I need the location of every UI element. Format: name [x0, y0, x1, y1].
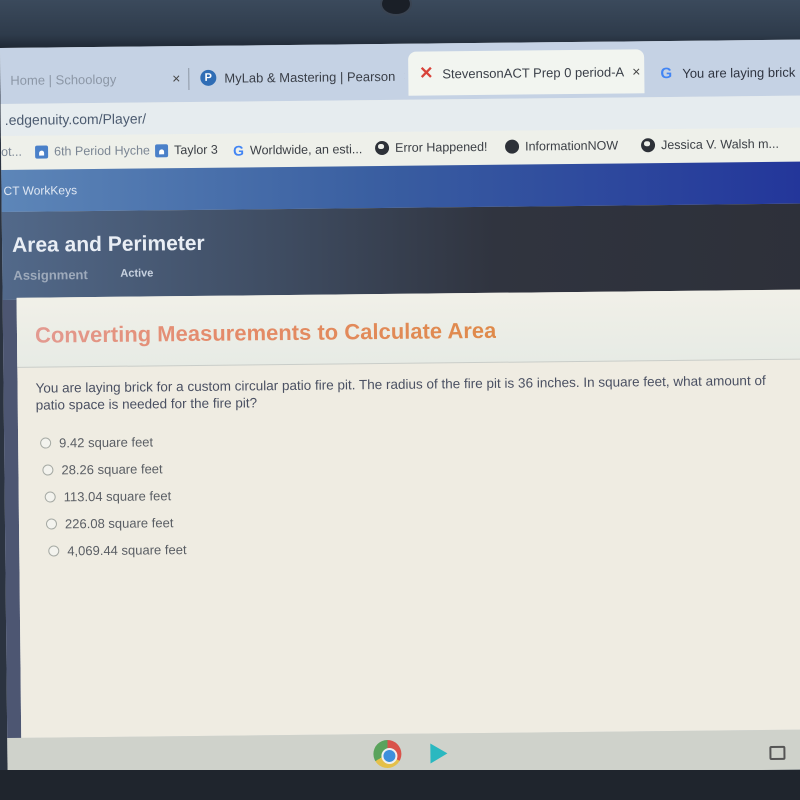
- tab-strip: Home | Schoology × P MyLab & Mastering |…: [0, 39, 800, 104]
- question-text: You are laying brick for a custom circul…: [35, 373, 766, 413]
- bookmark-item[interactable]: ot...: [1, 145, 22, 159]
- screen: Home | Schoology × P MyLab & Mastering |…: [0, 39, 800, 778]
- bookmark-label: Error Happened!: [394, 139, 488, 155]
- answer-option-e[interactable]: 4,069.44 square feet: [48, 536, 187, 564]
- tab-pearson[interactable]: P MyLab & Mastering | Pearson ×: [190, 58, 405, 96]
- activity-panel: Converting Measurements to Calculate Are…: [16, 289, 800, 738]
- close-icon[interactable]: ×: [403, 68, 404, 84]
- classroom-icon: [35, 145, 49, 159]
- bookmark-worldwide[interactable]: G Worldwide, an esti...: [233, 141, 362, 158]
- answer-option-c[interactable]: 113.04 square feet: [44, 482, 187, 510]
- option-label: 4,069.44 square feet: [67, 542, 187, 559]
- bookmark-label: Taylor 3: [174, 142, 218, 158]
- edgenuity-x-icon: ✕: [419, 63, 434, 83]
- option-label: 226.08 square feet: [64, 515, 174, 532]
- google-icon: G: [233, 142, 245, 159]
- globe-icon: [640, 138, 656, 153]
- status-badge: Active: [120, 267, 154, 280]
- bookmark-jessica-walsh[interactable]: Jessica V. Walsh m...: [640, 136, 779, 153]
- close-icon[interactable]: ×: [632, 63, 640, 79]
- option-label: 9.42 square feet: [59, 434, 154, 451]
- bookmark-label: 6th Period Hyche: [54, 143, 151, 159]
- bookmark-label: Jessica V. Walsh m...: [660, 136, 779, 153]
- bookmark-label: Worldwide, an esti...: [249, 142, 363, 158]
- option-label: 28.26 square feet: [61, 461, 163, 478]
- bookmark-informationnow[interactable]: InformationNOW: [504, 138, 619, 154]
- activity-title: Converting Measurements to Calculate Are…: [34, 317, 497, 348]
- tab-label: Home | Schoology: [10, 71, 117, 88]
- tab-label: MyLab & Mastering | Pearson: [224, 68, 396, 86]
- webcam-icon: [380, 0, 412, 16]
- play-store-icon[interactable]: [430, 743, 448, 764]
- tab-google-search[interactable]: G You are laying brick: [648, 53, 800, 91]
- bookmark-label: InformationNOW: [524, 138, 619, 154]
- overview-icon[interactable]: [769, 745, 786, 760]
- radio-button[interactable]: [40, 437, 52, 449]
- bookmark-label: ot...: [1, 144, 23, 159]
- assignment-type: Assignment: [13, 267, 88, 283]
- option-label: 113.04 square feet: [63, 488, 172, 505]
- assignment-title: Area and Perimeter: [11, 231, 205, 257]
- tab-schoology[interactable]: Home | Schoology ×: [0, 60, 190, 98]
- answer-option-b[interactable]: 28.26 square feet: [42, 455, 186, 483]
- bookmark-6th-period-hyche[interactable]: 6th Period Hyche: [35, 143, 150, 158]
- answer-option-d[interactable]: 226.08 square feet: [45, 509, 187, 537]
- assignment-banner: Area and Perimeter Assignment Active: [1, 203, 800, 300]
- tab-stevenson-act[interactable]: ✕ StevensonACT Prep 0 period-A ×: [408, 49, 645, 96]
- globe-icon: [374, 140, 390, 156]
- activity-header: Converting Measurements to Calculate Are…: [16, 289, 800, 368]
- close-icon[interactable]: ×: [172, 70, 180, 86]
- laptop-bottom-bezel: [0, 770, 800, 800]
- classroom-icon: [155, 143, 169, 157]
- tab-label: You are laying brick: [682, 64, 796, 81]
- bookmark-error-happened[interactable]: Error Happened!: [374, 139, 488, 156]
- tab-label: StevensonACT Prep 0 period-A: [442, 63, 625, 81]
- bookmark-taylor-3[interactable]: Taylor 3: [155, 143, 218, 158]
- google-icon: G: [660, 64, 673, 82]
- radio-button[interactable]: [44, 491, 56, 503]
- chrome-icon[interactable]: [373, 739, 402, 769]
- answer-options: 9.42 square feet 28.26 square feet 113.0…: [40, 428, 187, 565]
- info-now-icon: [504, 139, 520, 154]
- course-name[interactable]: CT WorkKeys: [3, 183, 77, 198]
- radio-button[interactable]: [42, 464, 54, 476]
- answer-option-a[interactable]: 9.42 square feet: [40, 428, 186, 457]
- radio-button[interactable]: [45, 518, 58, 530]
- url-text[interactable]: .edgenuity.com/Player/: [5, 110, 147, 127]
- pearson-icon: P: [200, 69, 217, 86]
- radio-button[interactable]: [48, 545, 60, 557]
